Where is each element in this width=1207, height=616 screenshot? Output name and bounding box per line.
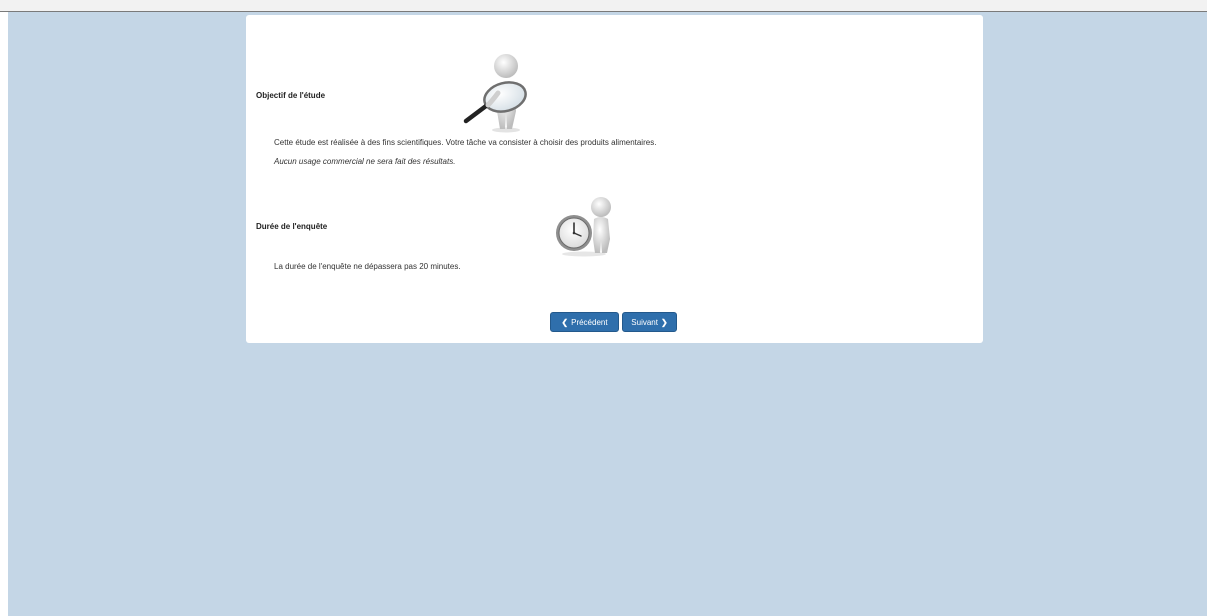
section-title-objective: Objectif de l'étude: [256, 91, 326, 100]
previous-button-label: Précédent: [571, 317, 608, 327]
chevron-left-icon: ❮: [561, 317, 569, 327]
magnifier-figure-illustration: [463, 54, 527, 133]
next-button-label: Suivant: [631, 317, 658, 327]
section-note-objective: Aucun usage commercial ne sera fait des …: [274, 157, 456, 166]
clock-figure-illustration: [556, 197, 611, 257]
chevron-right-icon: ❯: [660, 317, 668, 327]
section-text-duration: La durée de l'enquête ne dépassera pas 2…: [274, 262, 461, 271]
survey-card: Objectif de l'étude Cette étude est réal…: [246, 15, 983, 343]
section-text-objective: Cette étude est réalisée à des fins scie…: [274, 138, 657, 147]
page-left-edge: [0, 12, 8, 616]
section-title-duration: Durée de l'enquête: [256, 222, 328, 231]
previous-button[interactable]: ❮ Précédent: [550, 312, 619, 332]
next-button[interactable]: Suivant ❯: [622, 312, 677, 332]
browser-top-border: [0, 0, 1207, 12]
